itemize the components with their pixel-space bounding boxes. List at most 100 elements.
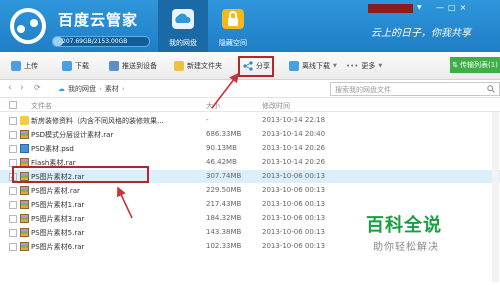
file-name: PSD素材.psd <box>31 145 74 153</box>
file-modified-date: 2013-10-14 20:26 <box>262 158 326 166</box>
rar-file-icon <box>20 130 29 139</box>
file-modified-date: 2013-10-06 00:13 <box>262 214 326 222</box>
file-size: 46.42MB <box>206 158 237 166</box>
table-row[interactable]: PS图片素材1.rar 217.43MB 2013-10-06 00:13 <box>0 198 500 211</box>
offline-download-label: 离线下载 <box>302 62 330 70</box>
chevron-right-icon: › <box>121 85 125 93</box>
table-row[interactable]: PS图片素材.rar 229.50MB 2013-10-06 00:13 <box>0 184 500 197</box>
chevron-down-icon: ▼ <box>333 63 337 69</box>
psd-file-icon <box>20 144 29 153</box>
transfer-list-button[interactable]: ⇅ 传输列表(1) <box>450 57 500 73</box>
close-button[interactable]: × <box>460 3 471 12</box>
table-row[interactable]: PSD素材.psd 90.13MB 2013-10-14 20:26 <box>0 142 500 155</box>
file-modified-date: 2013-10-14 20:40 <box>262 130 326 138</box>
row-checkbox[interactable] <box>9 229 17 237</box>
search-box <box>330 82 500 96</box>
maximize-button[interactable]: □ <box>448 3 460 12</box>
lock-icon <box>222 9 244 29</box>
search-icon[interactable] <box>487 85 495 93</box>
file-name: 新房装修资料（内含不同风格的装修效果... <box>31 117 164 125</box>
transfer-list-label: 传输列表(1) <box>459 61 498 69</box>
file-name: PS图片素材3.rar <box>31 215 85 223</box>
column-size[interactable]: 大小 <box>206 101 220 111</box>
upload-button[interactable]: 上传 <box>11 59 38 73</box>
file-modified-date: 2013-10-06 00:13 <box>262 172 326 180</box>
rar-file-icon <box>20 242 29 251</box>
file-modified-date: 2013-10-06 00:13 <box>262 200 326 208</box>
rar-file-icon <box>20 186 29 195</box>
back-arrow-icon[interactable]: ‹ <box>8 83 12 93</box>
minimize-button[interactable]: — <box>436 3 448 12</box>
file-size: 102.33MB <box>206 242 242 250</box>
file-list: 文件名 大小 修改时间 新房装修资料（内含不同风格的装修效果... - 2013-1… <box>0 98 500 285</box>
push-device-label: 推送到设备 <box>122 62 157 70</box>
rar-file-icon <box>20 214 29 223</box>
chevron-down-icon: ▼ <box>378 63 383 69</box>
select-all-checkbox[interactable] <box>9 101 17 109</box>
file-name: PS图片素材1.rar <box>31 201 85 209</box>
storage-quota-text: 207.69GB/2153.00GB <box>62 38 128 45</box>
more-label: 更多 <box>361 62 376 70</box>
scrollbar[interactable] <box>492 112 499 282</box>
file-modified-date: 2013-10-06 00:13 <box>262 186 326 194</box>
file-name: PS图片素材.rar <box>31 187 80 195</box>
tab-label: 我的网盘 <box>169 39 197 47</box>
breadcrumb-current[interactable]: 素材 <box>105 84 119 94</box>
selected-file-highlight-box <box>12 166 149 183</box>
row-checkbox[interactable] <box>9 131 17 139</box>
download-icon <box>62 61 72 71</box>
file-list-header: 文件名 大小 修改时间 <box>0 98 500 112</box>
tab-my-netdisk[interactable]: 我的网盘 <box>158 0 208 52</box>
file-size: 90.13MB <box>206 144 237 152</box>
row-checkbox[interactable] <box>9 243 17 251</box>
file-modified-date: 2013-10-14 20:26 <box>262 144 326 152</box>
transfer-icon: ⇅ <box>452 61 458 69</box>
chevron-down-icon[interactable]: ▼ <box>417 4 422 11</box>
offline-download-button[interactable]: 离线下载 ▼ <box>289 59 337 73</box>
file-modified-date: 2013-10-14 22:18 <box>262 116 326 124</box>
more-icon: ••• <box>346 62 359 70</box>
row-checkbox[interactable] <box>9 145 17 153</box>
user-account-name[interactable] <box>368 4 413 13</box>
app-header: 百度云管家 207.69GB/2153.00GB 我的网盘 隐藏空间 ▼ —□×… <box>0 0 500 52</box>
cloud-icon: ☁ <box>58 85 65 93</box>
rar-file-icon <box>20 200 29 209</box>
table-row[interactable]: PSD模式分层设计素材.rar 686.33MB 2013-10-14 20:40 <box>0 128 500 141</box>
file-size: 143.38MB <box>206 228 242 236</box>
file-modified-date: 2013-10-06 00:13 <box>262 242 326 250</box>
upload-icon <box>11 61 21 71</box>
push-device-icon <box>109 61 119 71</box>
refresh-icon[interactable]: ⟳ <box>34 83 41 92</box>
file-name: PS图片素材6.rar <box>31 243 85 251</box>
watermark-subtitle: 助你轻松解决 <box>373 242 439 253</box>
upload-label: 上传 <box>24 62 38 70</box>
file-name: PS图片素材5.rar <box>31 229 85 237</box>
forward-arrow-icon[interactable]: › <box>20 83 24 93</box>
search-input[interactable] <box>335 84 475 95</box>
new-folder-button[interactable]: 新建文件夹 <box>174 59 222 73</box>
row-checkbox[interactable] <box>9 117 17 125</box>
column-date[interactable]: 修改时间 <box>262 101 290 111</box>
rar-file-icon <box>20 228 29 237</box>
file-size: - <box>206 116 209 124</box>
column-name[interactable]: 文件名 <box>31 101 52 111</box>
push-to-device-button[interactable]: 推送到设备 <box>109 59 157 73</box>
row-checkbox[interactable] <box>9 215 17 223</box>
row-checkbox[interactable] <box>9 187 17 195</box>
breadcrumb-root[interactable]: 我的网盘 <box>68 84 96 94</box>
header-slogan: 云上的日子，你我共享 <box>371 28 471 39</box>
download-button[interactable]: 下载 <box>62 59 89 73</box>
file-size: 184.32MB <box>206 214 242 222</box>
share-highlight-box <box>238 56 274 77</box>
cloud-icon <box>172 9 194 29</box>
table-row[interactable]: 新房装修资料（内含不同风格的装修效果... - 2013-10-14 22:18 <box>0 114 500 127</box>
file-size: 217.43MB <box>206 200 242 208</box>
row-checkbox[interactable] <box>9 201 17 209</box>
file-name: PSD模式分层设计素材.rar <box>31 131 114 139</box>
folder-icon <box>20 116 29 125</box>
tab-hidden-space[interactable]: 隐藏空间 <box>208 0 258 52</box>
file-modified-date: 2013-10-06 00:13 <box>262 228 326 236</box>
window-controls[interactable]: —□× <box>436 3 470 12</box>
app-title: 百度云管家 <box>58 11 139 29</box>
more-button[interactable]: ••• 更多 ▼ <box>346 59 382 73</box>
